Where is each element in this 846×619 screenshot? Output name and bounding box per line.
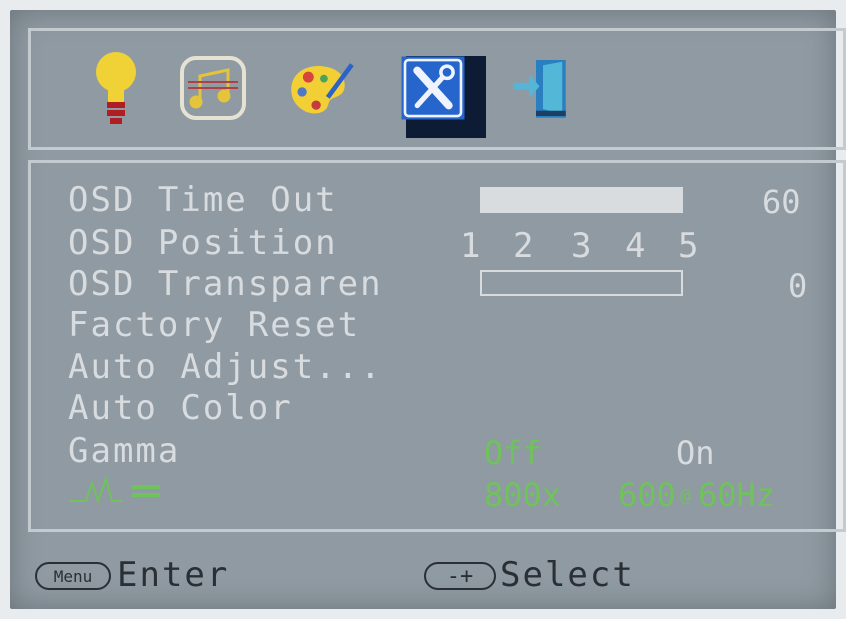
menu-item-auto-adjust[interactable]: Auto Adjust... [68, 350, 383, 384]
resolution-width: 800x [484, 476, 562, 514]
settings-tools-icon[interactable] [398, 48, 468, 128]
osd-time-out-bar-fill [482, 189, 681, 211]
resolution-height: 600 [618, 476, 676, 514]
footer-select-label: Select [500, 555, 635, 595]
menu-item-factory-reset[interactable]: Factory Reset [68, 308, 360, 342]
brightness-bulb-icon[interactable] [82, 48, 152, 128]
osd-position-option-2[interactable]: 2 [513, 226, 533, 266]
audio-music-icon[interactable] [180, 48, 250, 128]
osd-position-option-5[interactable]: 5 [678, 226, 698, 266]
osd-position-option-3-selected[interactable]: 3 [571, 226, 591, 266]
osd-time-out-value: 60 [762, 183, 801, 221]
menu-item-osd-time-out[interactable]: OSD Time Out [68, 183, 338, 217]
osd-transparency-value: 0 [788, 267, 808, 305]
signal-waveform-icon [70, 475, 160, 505]
menu-item-gamma[interactable]: Gamma [68, 434, 180, 468]
osd-transparency-bar[interactable] [480, 270, 683, 296]
osd-screen: OSD Time Out 60 OSD Position 1 2 3 4 5 O… [10, 10, 846, 609]
refresh-rate: 60Hz [698, 476, 776, 514]
color-palette-icon[interactable] [285, 48, 355, 128]
resolution-at-symbol: @ [680, 485, 691, 506]
menu-item-osd-transparency[interactable]: OSD Transparen [68, 267, 383, 301]
exit-door-icon[interactable] [508, 48, 578, 128]
gamma-off-option-selected[interactable]: Off [484, 437, 542, 469]
osd-time-out-bar[interactable] [480, 187, 683, 213]
osd-position-option-4[interactable]: 4 [625, 226, 645, 266]
menu-item-osd-position[interactable]: OSD Position [68, 226, 338, 260]
osd-position-option-1[interactable]: 1 [460, 226, 480, 266]
menu-key-icon: Menu [35, 562, 111, 590]
footer-enter-label: Enter [117, 555, 230, 595]
menu-item-auto-color[interactable]: Auto Color [68, 391, 293, 425]
gamma-on-option[interactable]: On [676, 437, 715, 469]
minus-plus-key-icon: -+ [424, 562, 496, 590]
